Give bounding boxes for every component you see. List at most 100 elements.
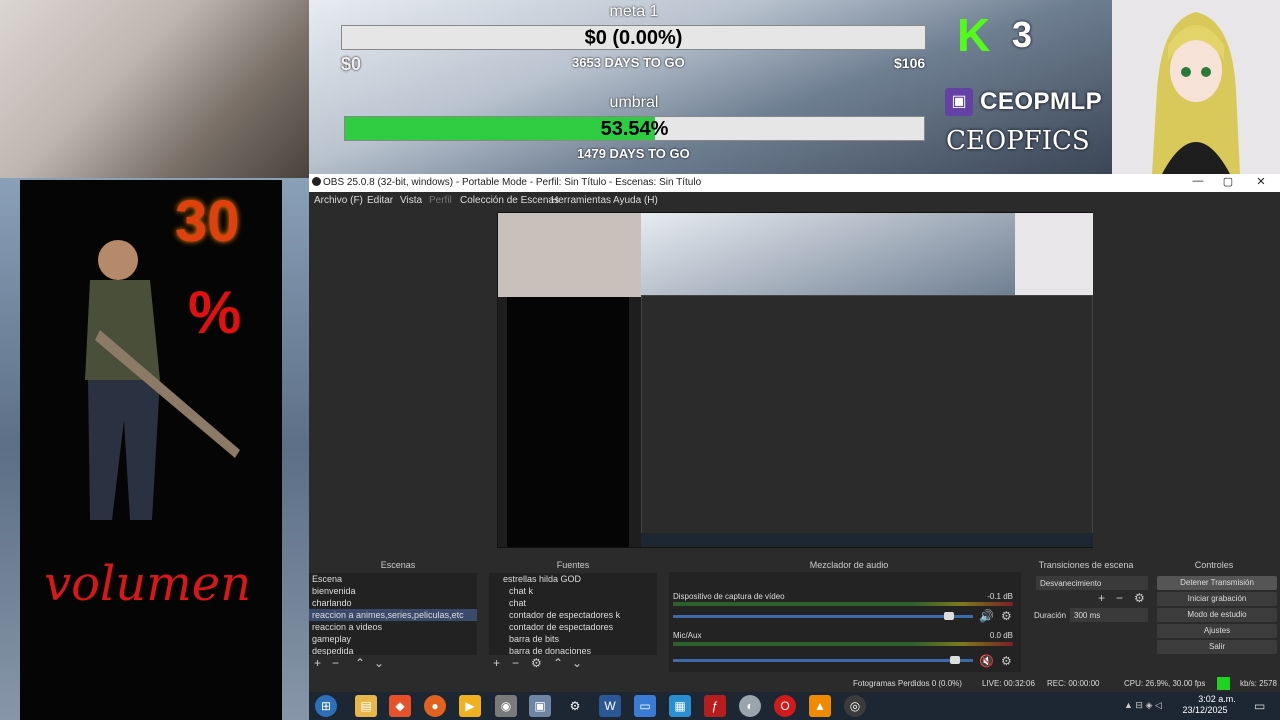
source-item[interactable]: chat k [489,585,657,597]
mixer-track2-slider-handle[interactable] [950,656,960,664]
transition-select[interactable]: Desvanecimiento [1036,576,1148,590]
app-icon-3[interactable]: ◐ [739,695,761,717]
mixer-track2-name: Mic/Aux [673,631,702,640]
file-explorer-icon[interactable]: ▤ [355,695,377,717]
source-item[interactable]: estrellas hilda GOD [489,573,657,585]
mixer-track1-slider-handle[interactable] [944,612,954,620]
scene-item-selected[interactable]: reaccion a animes,series,peliculas,etc [309,609,477,621]
media-player-icon[interactable]: ▶ [459,695,481,717]
taskbar-date[interactable]: 23/12/2025 [1177,705,1233,715]
menu-coleccion-escenas[interactable]: Colección de Escenas [460,195,559,206]
add-source-button[interactable]: + [493,657,500,669]
twitch-icon: ▣ [945,88,973,116]
obs-icon [312,177,321,186]
obs-menubar: Archivo (F) Editar Vista Perfil Colecció… [309,192,1280,210]
opera-icon[interactable]: O [774,695,796,717]
notification-icon[interactable]: ▭ [1254,699,1265,713]
poster-number: 30 [175,189,240,254]
maximize-button[interactable]: ▢ [1214,175,1242,191]
menu-archivo[interactable]: Archivo (F) [314,195,363,206]
speaker-icon[interactable]: 🔊 [979,610,994,622]
word-icon[interactable]: W [599,695,621,717]
duration-input[interactable]: 300 ms [1070,608,1148,622]
app-icon[interactable]: ◉ [495,695,517,717]
add-transition-button[interactable]: + [1098,592,1105,604]
scene-item[interactable]: despedida [309,645,477,655]
poster-figure-image [85,240,240,520]
obs-window-title: OBS 25.0.8 (32-bit, windows) - Portable … [323,177,702,188]
preview-nested-obs [641,295,1093,545]
scene-item[interactable]: gameplay [309,633,477,645]
transition-gear-icon[interactable]: ⚙ [1134,592,1145,604]
scene-item[interactable]: charlando [309,597,477,609]
source-item[interactable]: barra de donaciones [489,645,657,655]
start-icon[interactable]: ⊞ [315,695,337,717]
sources-list: estrellas hilda GOD chat k chat contador… [489,573,657,655]
settings-icon[interactable]: ⚙ [564,695,586,717]
remove-transition-button[interactable]: − [1116,592,1123,604]
move-source-up-button[interactable]: ⌃ [553,657,563,669]
scene-item[interactable]: Escena [309,573,477,585]
muted-speaker-icon[interactable]: 🔇 [979,655,994,667]
close-button[interactable]: ✕ [1247,175,1275,191]
menu-vista[interactable]: Vista [400,195,422,206]
poster-percent: % [188,279,242,346]
stop-streaming-button[interactable]: Detener Transmisión [1157,576,1277,590]
source-item[interactable]: contador de espectadores k [489,609,657,621]
brave-icon[interactable]: ◆ [389,695,411,717]
menu-ayuda[interactable]: Ayuda (H) [613,195,658,206]
sources-dock-title: Fuentes [489,558,657,572]
studio-mode-button[interactable]: Modo de estudio [1157,608,1277,622]
menu-herramientas[interactable]: Herramientas [551,195,611,206]
goal2-bar: 53.54% [344,116,925,141]
controls-dock-title: Controles [1154,558,1274,572]
menu-editar[interactable]: Editar [367,195,393,206]
kick-viewer-count: 3 [1012,14,1033,55]
settings-button[interactable]: Ajustes [1157,624,1277,638]
taskbar-time[interactable]: 3:02 a.m. [1189,694,1245,704]
audio-mixer: Dispositivo de captura de vídeo -0.1 dB … [669,572,1021,672]
source-settings-gear-icon[interactable]: ⚙ [531,657,542,669]
remove-scene-button[interactable]: − [332,657,339,669]
goal1-bar-text: $0 (0.00%) [584,27,683,49]
rec-time: REC: 00:00:00 [1047,679,1100,688]
source-item[interactable]: chat [489,597,657,609]
obs-preview[interactable] [497,212,1093,548]
move-source-down-button[interactable]: ⌄ [572,657,582,669]
mixer-track1-name: Dispositivo de captura de vídeo [673,592,785,601]
source-item[interactable]: contador de espectadores [489,621,657,633]
live-time: LIVE: 00:32:06 [982,679,1035,688]
track2-gear-icon[interactable]: ⚙ [1001,655,1012,667]
scene-item[interactable]: reaccion a videos [309,621,477,633]
remove-source-button[interactable]: − [512,657,519,669]
transitions-dock-title: Transiciones de escena [1031,558,1141,572]
twitch-username: CEOPMLP [980,88,1103,115]
minimize-button[interactable]: — [1184,175,1212,191]
move-scene-down-button[interactable]: ⌄ [374,657,384,669]
app-icon-2[interactable]: ▣ [529,695,551,717]
firefox-icon[interactable]: ● [424,695,446,717]
monitor-icon[interactable]: ▭ [634,695,656,717]
flash-icon[interactable]: ƒ [704,695,726,717]
track1-gear-icon[interactable]: ⚙ [1001,610,1012,622]
source-item[interactable]: barra de bits [489,633,657,645]
add-scene-button[interactable]: + [314,657,321,669]
preview-nested-taskbar [641,533,1093,547]
goal2-name: umbral [609,94,659,111]
tray-icons[interactable]: ▲ ⊟ ◈ ◁ [1124,700,1162,711]
exit-button[interactable]: Salir [1157,640,1277,654]
vlc-icon[interactable]: ▲ [809,695,831,717]
channel-name: CEOPFICS [946,126,1090,156]
obs-icon[interactable]: ◎ [844,695,866,717]
goal1-left: $0 [341,54,362,74]
mixer-track1-slider[interactable] [673,615,973,618]
obs-statusbar: Fotogramas Perdidos 0 (0.0%) LIVE: 00:32… [309,676,1280,692]
remote-desktop-icon[interactable]: ▦ [669,695,691,717]
scene-item[interactable]: bienvenida [309,585,477,597]
move-scene-up-button[interactable]: ⌃ [355,657,365,669]
mixer-track2-slider[interactable] [673,659,973,662]
poster-word: volumen [44,556,252,612]
kick-icon: K [957,9,991,61]
start-recording-button[interactable]: Iniciar grabación [1157,592,1277,606]
menu-perfil[interactable]: Perfil [429,195,452,206]
